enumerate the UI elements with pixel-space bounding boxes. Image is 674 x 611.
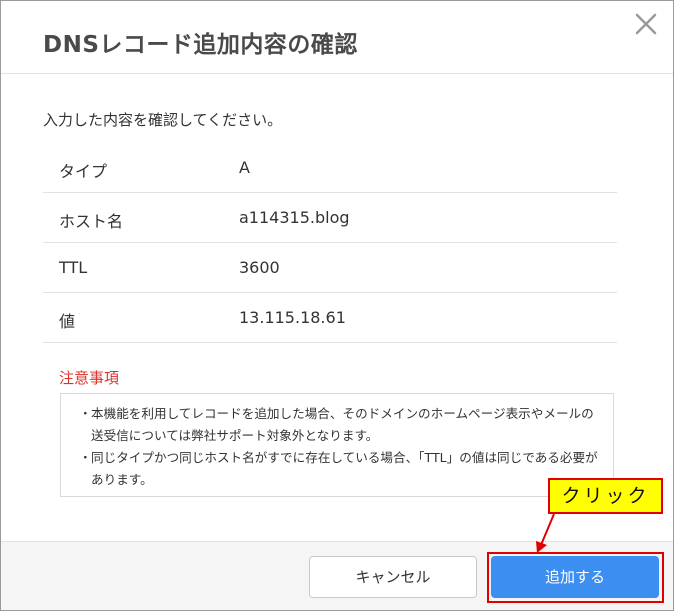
callout-arrow-icon xyxy=(536,513,555,553)
intro-text: 入力した内容を確認してください。 xyxy=(43,111,283,129)
record-row-type: タイプ A xyxy=(43,143,617,193)
notice-item: ・ 同じタイプかつ同じホスト名がすでに存在している場合、「TTL」の値は同じであ… xyxy=(77,447,599,491)
notice-bullet: ・ xyxy=(79,406,92,421)
notice-text: 同じタイプかつ同じホスト名がすでに存在している場合、「TTL」の値は同じである必… xyxy=(91,450,598,487)
close-button[interactable] xyxy=(631,9,661,39)
record-summary-table: タイプ A ホスト名 a114315.blog TTL 3600 値 13.11… xyxy=(43,143,617,343)
record-value: a114315.blog xyxy=(239,208,350,227)
cancel-button[interactable]: キャンセル xyxy=(309,556,477,598)
record-label: 値 xyxy=(59,312,76,331)
dialog-header: DNSレコード追加内容の確認 xyxy=(1,1,673,74)
record-row-value: 値 13.115.18.61 xyxy=(43,293,617,343)
dialog-footer: キャンセル 追加する xyxy=(1,541,673,610)
record-label: タイプ xyxy=(59,162,108,181)
record-value: 13.115.18.61 xyxy=(239,308,346,327)
record-value: 3600 xyxy=(239,258,280,277)
dns-record-confirm-dialog: DNSレコード追加内容の確認 入力した内容を確認してください。 タイプ A ホス… xyxy=(0,0,674,611)
record-label: ホスト名 xyxy=(59,212,124,231)
click-callout: クリック xyxy=(548,478,663,514)
notice-bullet: ・ xyxy=(79,450,92,465)
notice-text: 本機能を利用してレコードを追加した場合、そのドメインのホームページ表示やメールの… xyxy=(91,406,594,443)
notice-item: ・ 本機能を利用してレコードを追加した場合、そのドメインのホームページ表示やメー… xyxy=(77,403,599,447)
record-label: TTL xyxy=(59,258,88,277)
record-row-host: ホスト名 a114315.blog xyxy=(43,193,617,243)
close-icon xyxy=(635,13,657,35)
add-button[interactable]: 追加する xyxy=(491,556,659,598)
notice-box: ・ 本機能を利用してレコードを追加した場合、そのドメインのホームページ表示やメー… xyxy=(60,393,614,497)
record-value: A xyxy=(239,158,250,177)
dialog-title: DNSレコード追加内容の確認 xyxy=(43,32,358,58)
record-row-ttl: TTL 3600 xyxy=(43,243,617,293)
notice-heading: 注意事項 xyxy=(59,369,120,387)
